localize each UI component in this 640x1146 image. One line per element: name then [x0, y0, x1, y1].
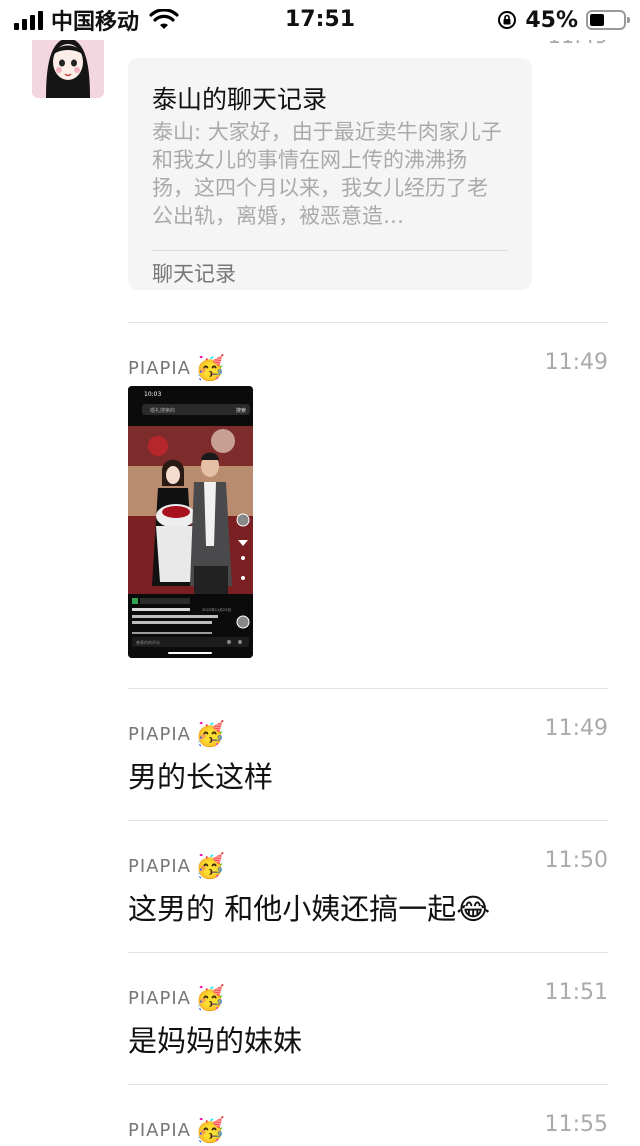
message-time: 11:49	[544, 716, 608, 741]
thumb-comment: 善意的的评论	[136, 639, 160, 645]
divider	[128, 1084, 608, 1085]
message-text[interactable]: 是妈妈的妹妹	[128, 1018, 608, 1060]
battery-icon	[586, 10, 630, 30]
message-header: PIAPIA 🥳 11:50	[128, 848, 608, 882]
status-bar: 中国移动 17:51 45%	[0, 0, 640, 40]
party-face-emoji: 🥳	[194, 1116, 226, 1144]
divider	[128, 322, 608, 323]
card-divider	[152, 250, 508, 251]
message-time: 11:50	[544, 848, 608, 873]
party-face-emoji: 🥳	[194, 984, 226, 1012]
sender-name: PIAPIA 🥳	[128, 1116, 226, 1144]
rotation-lock-icon	[498, 11, 517, 29]
message-time: 11:55	[544, 1112, 608, 1137]
battery-level	[590, 14, 605, 26]
battery-percent: 45%	[525, 7, 578, 33]
divider	[128, 820, 608, 821]
divider	[128, 952, 608, 953]
card-preview-text: 泰山: 大家好，由于最近卖牛肉家儿子和我女儿的事情在网上传的沸沸扬扬，这四个月以…	[152, 120, 502, 228]
thumb-search: 婚礼搜索的	[150, 407, 175, 414]
message-time: 11:51	[544, 980, 608, 1005]
thumb-date: 2022年11月23日	[202, 607, 231, 612]
message-text[interactable]: 男的长这样	[128, 754, 608, 796]
thumb-search-button: 搜索	[236, 407, 246, 414]
sender-name: PIAPIA 🥳	[128, 720, 226, 748]
message-header: PIAPIA 🥳 11:49	[128, 716, 608, 750]
party-face-emoji: 🥳	[194, 720, 226, 748]
message-header: PIAPIA 🥳 11:51	[128, 980, 608, 1014]
message-text[interactable]: 这男的 和他小姨还搞一起😂	[128, 886, 608, 928]
message-header: PIAPIA 🥳 11:49	[128, 350, 608, 384]
thumb-time: 10:03	[144, 391, 161, 398]
image-message[interactable]: 10:03 婚礼搜索的 搜索 2022年11月23日 善意的的评论	[128, 386, 253, 658]
card-title: 泰山的聊天记录	[152, 85, 328, 114]
card-footer-label: 聊天记录	[152, 262, 236, 286]
party-face-emoji: 🥳	[194, 852, 226, 880]
sender-name: PIAPIA 🥳	[128, 852, 226, 880]
sender-name: PIAPIA 🥳	[128, 984, 226, 1012]
message-time: 11:49	[544, 350, 608, 375]
chat-history-card[interactable]: 泰山的聊天记录 泰山: 大家好，由于最近卖牛肉家儿子和我女儿的事情在网上传的沸沸…	[128, 58, 532, 290]
message-header: PIAPIA 🥳 11:55	[128, 1112, 608, 1146]
sender-name: PIAPIA 🥳	[128, 354, 226, 382]
party-face-emoji: 🥳	[194, 354, 226, 382]
divider	[128, 688, 608, 689]
